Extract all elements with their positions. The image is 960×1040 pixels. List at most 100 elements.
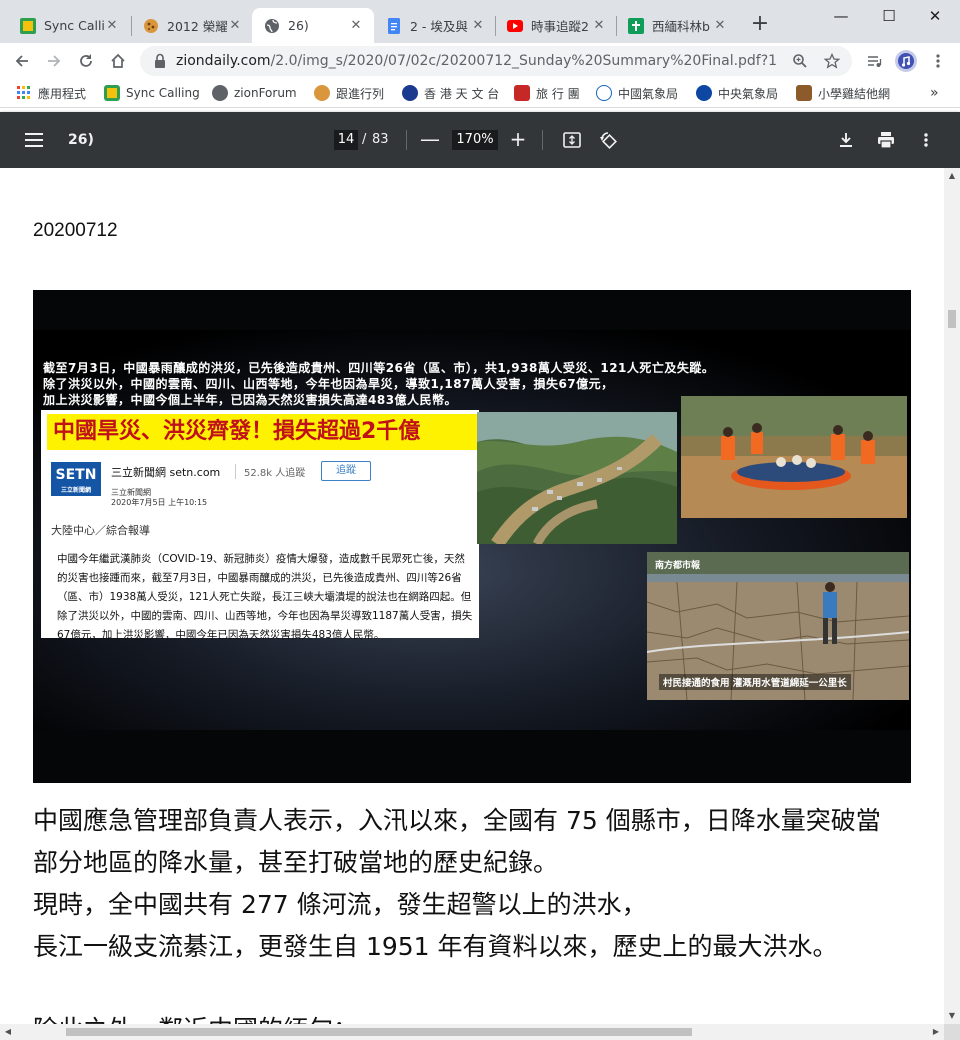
tab-close-icon[interactable]: ✕ xyxy=(104,18,120,33)
download-icon xyxy=(840,133,852,147)
bookmark-follow-list[interactable]: 跟進行列 xyxy=(314,83,384,103)
zoom-lens-button[interactable] xyxy=(790,51,810,71)
sync-calling-favicon-icon xyxy=(20,17,36,34)
news-byline: 三立新聞網 2020年7月5日 上午10:15 xyxy=(111,488,207,508)
body-line: 中國應急管理部負責人表示，入汛以來，全國有 75 個縣市，日降水量突破當 xyxy=(33,806,881,835)
horizontal-scrollbar[interactable]: ◀ ▶ xyxy=(0,1024,944,1040)
tab-egypt-doc[interactable]: 2 - 埃及與 ✕ xyxy=(374,8,496,43)
bookmark-label: Sync Calling xyxy=(126,86,200,100)
rotate-button[interactable] xyxy=(598,130,618,150)
bookmark-cma[interactable]: 中國氣象局 xyxy=(596,83,678,103)
zoom-out-button[interactable]: — xyxy=(420,128,440,152)
zoom-level-input[interactable]: 170% xyxy=(452,130,498,150)
image-caption-line-2: 除了洪災以外，中國的雲南、四川、山西等地，今年也因為旱災，導致1,187萬人受害… xyxy=(43,377,614,391)
maximize-button[interactable]: ☐ xyxy=(866,2,912,30)
article-body: 中國應急管理部負責人表示，入汛以來，全國有 75 個縣市，日降水量突破當 部分地… xyxy=(33,800,881,968)
bookmark-star-button[interactable] xyxy=(822,51,842,71)
bookmark-cwb[interactable]: 中央氣象局 xyxy=(696,83,778,103)
tab-youtube[interactable]: 時事追蹤2 ✕ xyxy=(495,8,617,43)
globe-favicon-icon xyxy=(264,18,280,34)
vertical-scroll-thumb[interactable] xyxy=(948,310,956,328)
fit-to-page-icon xyxy=(563,132,581,148)
docs-favicon-icon xyxy=(386,17,402,34)
scroll-left-arrow-icon[interactable]: ◀ xyxy=(0,1024,16,1040)
news-paragraph: 中國今年繼武漢肺炎（COVID-19、新冠肺炎）疫情大爆發，造成數千民眾死亡後，… xyxy=(57,553,473,641)
news-follow-button: 追蹤 xyxy=(321,461,371,481)
tab-close-icon[interactable]: ✕ xyxy=(348,18,364,33)
pdf-viewport[interactable]: 20200712 截至7月3日，中國暴雨釀成的洪災，已先後造成貴州、四川等26省… xyxy=(0,168,944,1024)
setn-logo: SETN 三立新聞網 xyxy=(51,462,101,496)
page-total: 83 xyxy=(372,132,389,147)
url-host: ziondaily.com xyxy=(176,53,271,69)
back-button[interactable] xyxy=(8,47,36,75)
scroll-up-arrow-icon[interactable]: ▲ xyxy=(944,168,960,184)
tab-label: 時事追蹤2 xyxy=(531,19,589,34)
print-button[interactable] xyxy=(876,130,896,150)
aerial-flood-photo xyxy=(477,412,677,544)
bookmark-label: zionForum xyxy=(234,86,297,100)
horizontal-scroll-thumb[interactable] xyxy=(66,1028,692,1036)
photo-source-tag: 南方都市報 xyxy=(655,561,701,571)
scroll-down-arrow-icon[interactable]: ▼ xyxy=(944,1008,960,1024)
toolbar-divider xyxy=(406,130,407,150)
pdf-title: 26) xyxy=(68,132,94,148)
address-bar[interactable]: ziondaily.com/2.0/img_s/2020/07/02c/2020… xyxy=(140,46,852,76)
tab-close-icon[interactable]: ✕ xyxy=(470,18,486,33)
pdf-toolbar: 26) 14 / 83 — 170% + xyxy=(0,112,960,168)
tab-active-pdf[interactable]: 26) ✕ xyxy=(252,8,374,43)
close-window-button[interactable]: ✕ xyxy=(912,2,958,30)
bookmark-hko[interactable]: 香 港 天 文 台 xyxy=(402,83,499,103)
fit-page-button[interactable] xyxy=(562,130,582,150)
forward-button[interactable] xyxy=(40,47,68,75)
cma-icon xyxy=(596,85,612,101)
new-tab-button[interactable]: + xyxy=(748,12,772,36)
drought-photo: 南方都市報 村民接通的食用 灌溉用水管道綿延一公里长 xyxy=(647,552,909,700)
url-text[interactable]: ziondaily.com/2.0/img_s/2020/07/02c/2020… xyxy=(176,46,776,76)
minimize-button[interactable]: — xyxy=(818,2,864,30)
hamburger-menu-icon[interactable] xyxy=(24,130,44,150)
tab-label: 2 - 埃及與 xyxy=(410,19,468,34)
hko-icon xyxy=(402,85,418,101)
url-path: /2.0/img_s/2020/07/02c/20200712_Sunday%2… xyxy=(270,53,776,69)
pdf-more-button[interactable] xyxy=(916,130,936,150)
bookmark-label: 旅 行 團 xyxy=(536,86,580,101)
news-screenshot-image: 截至7月3日，中國暴雨釀成的洪災，已先後造成貴州、四川等26省（區、市），共1,… xyxy=(33,290,911,783)
tab-close-icon[interactable]: ✕ xyxy=(712,18,728,33)
tab-close-icon[interactable]: ✕ xyxy=(591,18,607,33)
more-vert-icon xyxy=(924,133,928,147)
home-button[interactable] xyxy=(104,47,132,75)
tab-sync-calling[interactable]: Sync Callin ✕ xyxy=(8,8,130,43)
arrow-right-icon xyxy=(48,55,61,67)
tab-2012[interactable]: 2012 榮耀 ✕ xyxy=(131,8,253,43)
zoom-in-button[interactable]: + xyxy=(508,128,528,152)
scroll-right-arrow-icon[interactable]: ▶ xyxy=(928,1024,944,1040)
bookmark-travel[interactable]: 旅 行 團 xyxy=(514,83,580,103)
news-followers: 52.8k 人追蹤 xyxy=(235,464,305,479)
profile-avatar-button[interactable] xyxy=(892,47,920,75)
body-line: 部分地區的降水量，甚至打破當地的歷史紀錄。 xyxy=(33,848,559,877)
chrome-menu-button[interactable] xyxy=(924,47,952,75)
bookmark-sync-calling[interactable]: Sync Calling xyxy=(104,83,200,103)
news-source-name: 三立新聞網 setn.com xyxy=(111,466,221,479)
bookmark-guitar[interactable]: 小學雞結他網 xyxy=(796,83,890,103)
news-department: 大陸中心／綜合報導 xyxy=(51,524,150,537)
bookmarks-bar: 應用程式 Sync Calling zionForum 跟進行列 香 港 天 文… xyxy=(0,79,960,108)
tab-strip: Sync Callin ✕ 2012 榮耀 ✕ 26) ✕ 2 - 埃及與 ✕ … xyxy=(0,0,960,43)
page-number-input[interactable]: 14 xyxy=(334,130,358,150)
bookmark-zionforum[interactable]: zionForum xyxy=(212,83,297,103)
printer-icon xyxy=(878,132,894,149)
download-button[interactable] xyxy=(836,130,856,150)
media-controls-button[interactable] xyxy=(860,47,888,75)
reload-button[interactable] xyxy=(72,47,100,75)
toolbar-divider xyxy=(542,130,543,150)
bookmark-apps[interactable]: 應用程式 xyxy=(16,83,86,103)
page-separator: / xyxy=(362,132,367,147)
tab-close-icon[interactable]: ✕ xyxy=(227,18,243,33)
tab-colossians[interactable]: 西緬科林b ✕ xyxy=(616,8,738,43)
vertical-scrollbar[interactable]: ▲ ▼ xyxy=(944,168,960,1024)
bookmark-label: 中央氣象局 xyxy=(718,86,779,101)
flood-rescue-photo xyxy=(681,396,907,518)
sync-calling-icon xyxy=(104,85,120,101)
magnifier-icon xyxy=(793,54,807,68)
bookmarks-overflow-button[interactable]: » xyxy=(930,83,939,103)
